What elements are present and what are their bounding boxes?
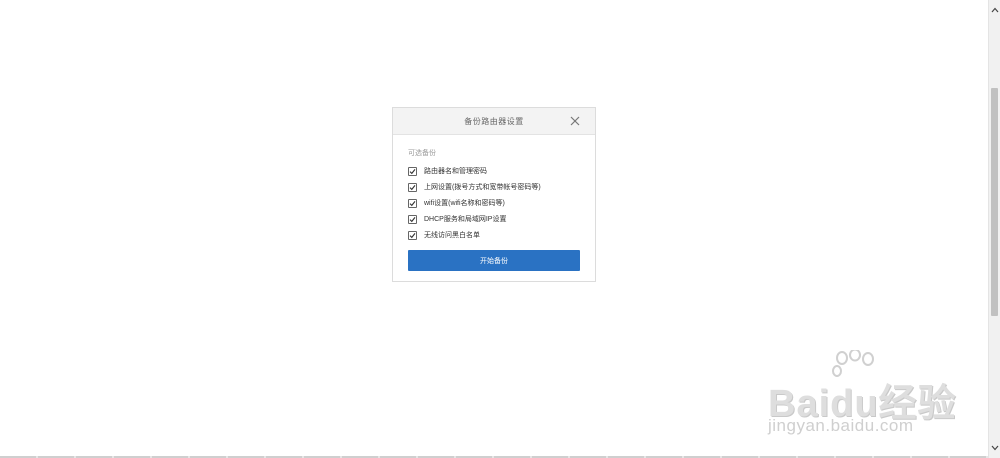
option-label: 上网设置(拨号方式和宽带帐号密码等) bbox=[424, 184, 541, 191]
option-label: wifi设置(wifi名称和密码等) bbox=[424, 200, 505, 207]
page: 备份路由器设置 可选备份 路由器名和管理密码 上网设置(拨号方式和宽带帐号密码等… bbox=[0, 0, 1000, 458]
option-wifi-settings[interactable]: wifi设置(wifi名称和密码等) bbox=[408, 195, 580, 211]
checkbox-checked[interactable] bbox=[408, 230, 417, 240]
checkbox-checked[interactable] bbox=[408, 166, 417, 176]
section-label: 可选备份 bbox=[408, 150, 436, 157]
vertical-scrollbar[interactable] bbox=[988, 0, 1000, 458]
dialog-title: 备份路由器设置 bbox=[464, 116, 524, 126]
option-wireless-access-list[interactable]: 无线访问黑白名单 bbox=[408, 227, 580, 243]
scroll-down-arrow-icon[interactable] bbox=[989, 441, 1000, 455]
option-router-name-password[interactable]: 路由器名和管理密码 bbox=[408, 163, 580, 179]
option-dhcp-lan-settings[interactable]: DHCP服务和局域网IP设置 bbox=[408, 211, 580, 227]
close-icon[interactable] bbox=[569, 114, 581, 126]
dialog-body: 可选备份 路由器名和管理密码 上网设置(拨号方式和宽带帐号密码等) wifi设置… bbox=[393, 135, 595, 271]
baidu-jingyan-watermark: Baidu经验 jingyan.baidu.com bbox=[768, 348, 968, 440]
watermark-url: jingyan.baidu.com bbox=[768, 416, 914, 435]
checkbox-checked[interactable] bbox=[408, 198, 417, 208]
option-label: 路由器名和管理密码 bbox=[424, 168, 487, 175]
scroll-up-arrow-icon[interactable] bbox=[989, 3, 1000, 17]
checkbox-checked[interactable] bbox=[408, 182, 417, 192]
start-backup-button[interactable]: 开始备份 bbox=[408, 250, 580, 271]
checkbox-checked[interactable] bbox=[408, 214, 417, 224]
scrollbar-thumb[interactable] bbox=[991, 88, 998, 316]
option-label: 无线访问黑白名单 bbox=[424, 232, 480, 239]
dialog-header: 备份路由器设置 bbox=[393, 108, 595, 135]
option-internet-settings[interactable]: 上网设置(拨号方式和宽带帐号密码等) bbox=[408, 179, 580, 195]
backup-dialog: 备份路由器设置 可选备份 路由器名和管理密码 上网设置(拨号方式和宽带帐号密码等… bbox=[392, 107, 596, 282]
option-label: DHCP服务和局域网IP设置 bbox=[424, 216, 507, 223]
